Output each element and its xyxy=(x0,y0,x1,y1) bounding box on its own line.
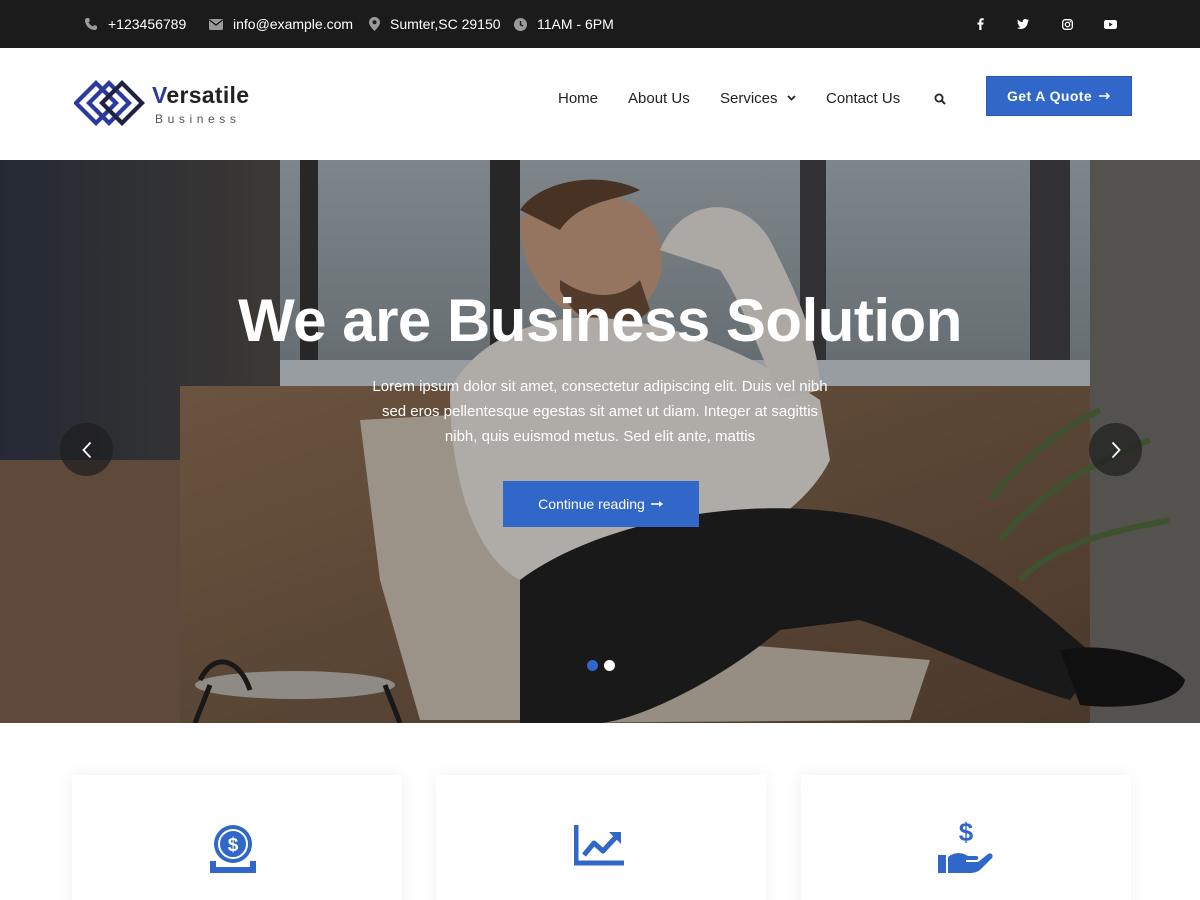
chart-trend-icon xyxy=(574,825,624,866)
slider-dot-2[interactable] xyxy=(604,660,615,671)
chevron-right-icon xyxy=(1111,441,1121,458)
continue-reading-button[interactable]: Continue reading xyxy=(503,481,699,527)
facebook-icon[interactable] xyxy=(970,14,990,34)
envelope-icon xyxy=(209,18,233,30)
feature-card-3: $ xyxy=(801,775,1131,900)
feature-card-1: $ xyxy=(72,775,402,900)
slider-next-button[interactable] xyxy=(1089,423,1142,476)
nav-home[interactable]: Home xyxy=(558,86,598,110)
get-a-quote-label: Get A Quote xyxy=(1006,88,1093,104)
youtube-icon[interactable] xyxy=(1100,14,1120,34)
slider-prev-button[interactable] xyxy=(60,423,113,476)
logo-title: Versatile xyxy=(152,82,249,109)
hero-slider: We are Business Solution Lorem ipsum dol… xyxy=(0,160,1200,723)
hours-text: 11AM - 6PM xyxy=(537,16,614,32)
chevron-left-icon xyxy=(81,441,91,458)
nav-contact-us[interactable]: Contact Us xyxy=(826,86,900,110)
features-section: $ $ xyxy=(0,723,1200,900)
dollar-hand-icon: $ xyxy=(938,819,993,873)
location-info: Sumter,SC 29150 xyxy=(369,0,501,48)
get-a-quote-button[interactable]: Get A Quote xyxy=(986,76,1132,116)
email-contact[interactable]: info@example.com xyxy=(209,0,353,48)
nav-about-us[interactable]: About Us xyxy=(628,86,690,110)
logo-tagline: Business xyxy=(155,112,241,126)
email-text: info@example.com xyxy=(233,16,354,32)
arrow-right-icon xyxy=(1099,92,1111,100)
nav-services[interactable]: Services xyxy=(720,86,796,110)
map-pin-icon xyxy=(369,17,390,31)
logo-name: ersatile xyxy=(166,82,250,108)
nav-services-label: Services xyxy=(720,89,778,107)
phone-text: +123456789 xyxy=(108,16,187,32)
clock-icon xyxy=(514,17,537,31)
instagram-icon[interactable] xyxy=(1057,14,1077,34)
chevron-down-icon xyxy=(786,95,796,101)
slider-dot-1[interactable] xyxy=(587,660,598,671)
phone-contact[interactable]: +123456789 xyxy=(84,0,186,48)
twitter-icon[interactable] xyxy=(1013,14,1033,34)
hero-description: Lorem ipsum dolor sit amet, consectetur … xyxy=(372,378,828,445)
phone-icon xyxy=(84,17,108,31)
feature-card-2 xyxy=(436,775,766,900)
continue-reading-label: Continue reading xyxy=(538,496,645,512)
long-arrow-right-icon xyxy=(650,501,663,507)
site-header: Versatile Business Home About Us Service… xyxy=(0,48,1200,160)
diamond-logo-icon xyxy=(74,80,145,126)
svg-text:$: $ xyxy=(959,819,974,847)
hours-info: 11AM - 6PM xyxy=(514,0,614,48)
search-icon[interactable] xyxy=(934,92,950,108)
logo-initial: V xyxy=(152,82,167,108)
site-logo[interactable]: Versatile Business xyxy=(74,78,274,130)
dollar-coin-icon: $ xyxy=(210,825,256,873)
svg-text:$: $ xyxy=(228,835,239,856)
top-bar: +123456789 info@example.com Sumter,SC 29… xyxy=(0,0,1200,48)
hero-title: We are Business Solution xyxy=(238,287,962,354)
location-text: Sumter,SC 29150 xyxy=(390,16,501,32)
